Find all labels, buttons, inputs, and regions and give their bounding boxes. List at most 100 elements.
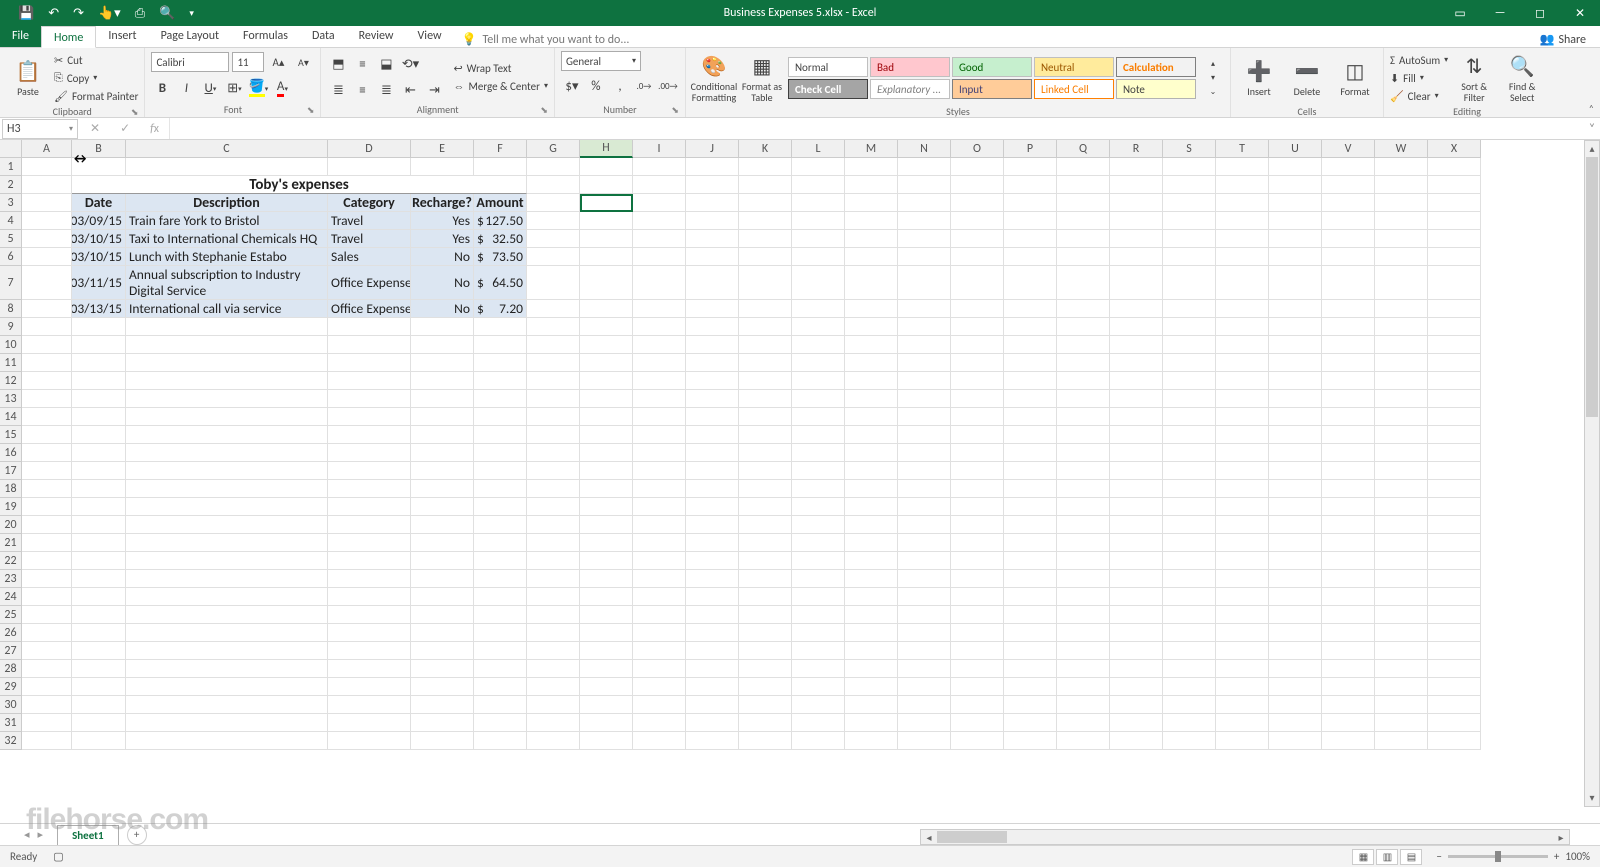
cell-D11[interactable] <box>328 354 411 372</box>
cell-A28[interactable] <box>22 660 72 678</box>
cell-O3[interactable] <box>951 194 1004 212</box>
cell-V7[interactable] <box>1322 266 1375 300</box>
cell-C12[interactable] <box>126 372 328 390</box>
alignment-launcher-icon[interactable]: ⬊ <box>540 105 548 116</box>
cell-W27[interactable] <box>1375 642 1428 660</box>
cell-J10[interactable] <box>686 336 739 354</box>
row-header-15[interactable]: 15 <box>0 426 22 444</box>
cell-H8[interactable] <box>580 300 633 318</box>
cell-K19[interactable] <box>739 498 792 516</box>
cell-A32[interactable] <box>22 732 72 750</box>
row-header-13[interactable]: 13 <box>0 390 22 408</box>
cell-B29[interactable] <box>72 678 126 696</box>
cell-R8[interactable] <box>1110 300 1163 318</box>
cell-V10[interactable] <box>1322 336 1375 354</box>
cell-O11[interactable] <box>951 354 1004 372</box>
cell-Q1[interactable] <box>1057 158 1110 176</box>
cell-W18[interactable] <box>1375 480 1428 498</box>
bold-button[interactable]: B <box>151 77 173 99</box>
cell-style-input[interactable]: Input <box>952 79 1032 99</box>
cell-X3[interactable] <box>1428 194 1481 212</box>
cell-P19[interactable] <box>1004 498 1057 516</box>
cell-W4[interactable] <box>1375 212 1428 230</box>
cell-H19[interactable] <box>580 498 633 516</box>
cell-J27[interactable] <box>686 642 739 660</box>
cell-U20[interactable] <box>1269 516 1322 534</box>
cell-K25[interactable] <box>739 606 792 624</box>
cell-S28[interactable] <box>1163 660 1216 678</box>
cell-O15[interactable] <box>951 426 1004 444</box>
orientation-icon[interactable]: ⟲▾ <box>399 53 421 75</box>
cell-B32[interactable] <box>72 732 126 750</box>
cell-G30[interactable] <box>527 696 580 714</box>
autosum-button[interactable]: ΣAutoSum▾ <box>1390 52 1448 68</box>
cell-Q14[interactable] <box>1057 408 1110 426</box>
cell-F25[interactable] <box>474 606 527 624</box>
cell-Q9[interactable] <box>1057 318 1110 336</box>
cell-Q21[interactable] <box>1057 534 1110 552</box>
cell-D6[interactable]: Sales <box>328 248 411 266</box>
save-icon[interactable]: 💾 <box>18 6 34 21</box>
row-header-10[interactable]: 10 <box>0 336 22 354</box>
cell-H18[interactable] <box>580 480 633 498</box>
cell-I7[interactable] <box>633 266 686 300</box>
cell-D32[interactable] <box>328 732 411 750</box>
cell-W28[interactable] <box>1375 660 1428 678</box>
cell-H17[interactable] <box>580 462 633 480</box>
cancel-formula-icon[interactable]: ✕ <box>90 121 100 136</box>
cell-T15[interactable] <box>1216 426 1269 444</box>
cell-O32[interactable] <box>951 732 1004 750</box>
border-button[interactable]: ⊞▾ <box>223 77 245 99</box>
cell-H11[interactable] <box>580 354 633 372</box>
cell-Q12[interactable] <box>1057 372 1110 390</box>
cell-M28[interactable] <box>845 660 898 678</box>
cell-F29[interactable] <box>474 678 527 696</box>
cell-A23[interactable] <box>22 570 72 588</box>
format-painter-button[interactable]: 🖌Format Painter <box>54 88 138 104</box>
cell-B27[interactable] <box>72 642 126 660</box>
column-header-J[interactable]: J <box>686 140 739 158</box>
cell-L17[interactable] <box>792 462 845 480</box>
cell-N31[interactable] <box>898 714 951 732</box>
cell-Q7[interactable] <box>1057 266 1110 300</box>
cell-H28[interactable] <box>580 660 633 678</box>
cell-E31[interactable] <box>411 714 474 732</box>
cell-E15[interactable] <box>411 426 474 444</box>
cell-Q30[interactable] <box>1057 696 1110 714</box>
cell-Q16[interactable] <box>1057 444 1110 462</box>
row-header-27[interactable]: 27 <box>0 642 22 660</box>
cell-Q13[interactable] <box>1057 390 1110 408</box>
cell-N28[interactable] <box>898 660 951 678</box>
cell-M7[interactable] <box>845 266 898 300</box>
cell-B8[interactable]: 03/13/15 <box>72 300 126 318</box>
cell-L11[interactable] <box>792 354 845 372</box>
cell-H14[interactable] <box>580 408 633 426</box>
cell-S15[interactable] <box>1163 426 1216 444</box>
maximize-button[interactable]: ◻ <box>1520 0 1560 26</box>
cell-R1[interactable] <box>1110 158 1163 176</box>
cell-G3[interactable] <box>527 194 580 212</box>
cell-N23[interactable] <box>898 570 951 588</box>
cell-H24[interactable] <box>580 588 633 606</box>
increase-indent-icon[interactable]: ⇥ <box>423 79 445 101</box>
hscroll-track[interactable] <box>937 830 1553 844</box>
cell-C5[interactable]: Taxi to International Chemicals HQ <box>126 230 328 248</box>
cell-A7[interactable] <box>22 266 72 300</box>
cell-H12[interactable] <box>580 372 633 390</box>
cell-M22[interactable] <box>845 552 898 570</box>
cell-T22[interactable] <box>1216 552 1269 570</box>
cell-W31[interactable] <box>1375 714 1428 732</box>
font-size-dropdown[interactable]: 11 <box>232 52 264 72</box>
cell-X18[interactable] <box>1428 480 1481 498</box>
cell-L25[interactable] <box>792 606 845 624</box>
cell-T1[interactable] <box>1216 158 1269 176</box>
tab-review[interactable]: Review <box>347 25 406 47</box>
cell-G5[interactable] <box>527 230 580 248</box>
cell-E17[interactable] <box>411 462 474 480</box>
cell-D20[interactable] <box>328 516 411 534</box>
align-right-icon[interactable]: ≣ <box>375 79 397 101</box>
cell-W23[interactable] <box>1375 570 1428 588</box>
row-header-22[interactable]: 22 <box>0 552 22 570</box>
cell-D8[interactable]: Office Expense <box>328 300 411 318</box>
cell-K27[interactable] <box>739 642 792 660</box>
